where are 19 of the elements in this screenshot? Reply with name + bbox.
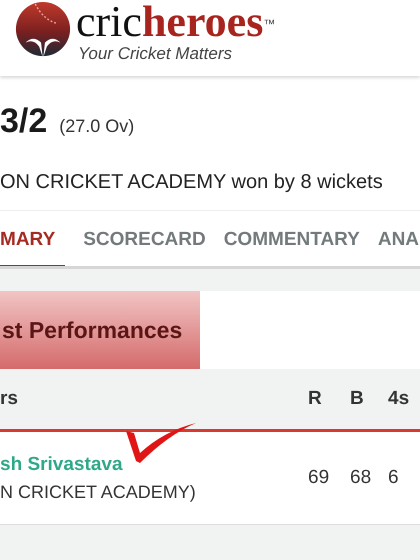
- player-name[interactable]: sh Srivastava: [0, 454, 123, 476]
- match-result: ON CRICKET ACADEMY won by 8 wickets: [0, 141, 420, 211]
- table-cell: 69: [308, 467, 330, 489]
- logo-text: cricheroes$^{™}$: [76, 0, 276, 44]
- column-header: rs: [0, 388, 18, 410]
- team-name: N CRICKET ACADEMY): [0, 482, 196, 502]
- tagline: Your Cricket Matters: [78, 44, 232, 64]
- tab[interactable]: COMMENTARY: [224, 229, 360, 266]
- column-header: 4s: [388, 388, 410, 410]
- tab[interactable]: ANA: [378, 229, 420, 266]
- column-header: R: [308, 388, 322, 410]
- overs-text: (27.0 Ov): [59, 116, 134, 137]
- checkmark-icon: [124, 421, 198, 465]
- section-title: st Performances: [0, 291, 200, 369]
- column-header: B: [350, 388, 364, 410]
- table-cell: 6: [388, 467, 399, 489]
- score-runs: 3/2: [0, 102, 48, 141]
- tab[interactable]: SCORECARD: [83, 229, 206, 266]
- table-cell: 68: [350, 467, 372, 489]
